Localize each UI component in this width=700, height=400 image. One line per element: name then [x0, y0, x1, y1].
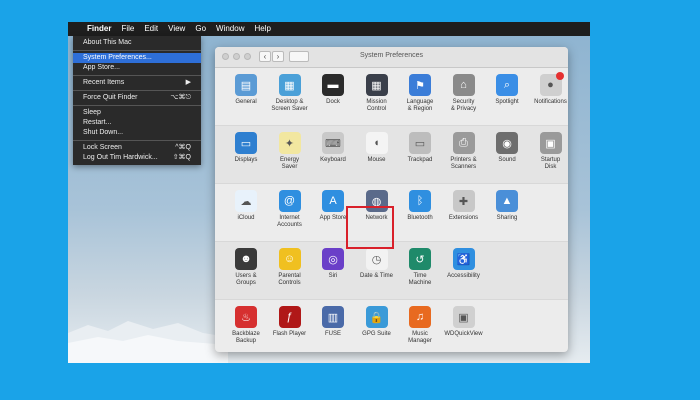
- pref-startup-disk[interactable]: ▣ Startup Disk: [524, 132, 569, 171]
- language-region-icon: ⚑: [409, 74, 431, 96]
- gpg-suite-icon: 🔒: [365, 306, 388, 328]
- time-machine-icon: ↺: [409, 248, 431, 270]
- menu-separator: [73, 140, 201, 141]
- flash-player-icon: ƒ: [278, 306, 301, 328]
- menu-item-shortcut: ⌥⌘⎋: [170, 94, 191, 101]
- apple-menu-item[interactable]: Log Out Tim Hardwick... ⇧⌘Q: [73, 153, 201, 163]
- desktop-screen-saver-icon: ▦: [278, 74, 301, 96]
- preference-row: ♨ Backblaze Backup ƒ Flash Player ▥ FUSE 🔒 GPG …: [215, 300, 568, 352]
- apple-menu-item[interactable]: Sleep: [73, 108, 201, 118]
- printers-scanners-icon: ⎙: [452, 132, 475, 154]
- menu-item-label: System Preferences...: [83, 54, 152, 61]
- menu-item-label: Lock Screen: [83, 144, 122, 151]
- fuse-icon: ▥: [322, 306, 344, 328]
- window-title: System Preferences: [359, 52, 424, 59]
- pref-sharing[interactable]: ▲ Sharing: [480, 190, 534, 222]
- menu-help[interactable]: Help: [249, 22, 275, 36]
- menu-separator: [73, 90, 201, 91]
- mouse-icon: ◖: [365, 132, 388, 154]
- displays-icon: ▭: [235, 132, 257, 154]
- pref-wdquickview[interactable]: ▣ WDQuickView: [437, 306, 491, 338]
- sharing-icon: ▲: [496, 190, 518, 212]
- keyboard-icon: ⌨: [322, 132, 344, 154]
- music-manager-icon: ♫: [409, 306, 431, 328]
- menu-edit[interactable]: Edit: [139, 22, 163, 36]
- menu-item-label: Recent Items: [83, 79, 125, 86]
- menu-item-label: Shut Down...: [83, 129, 124, 136]
- notifications-icon: ●: [539, 72, 564, 96]
- bluetooth-icon: ᛒ: [409, 190, 431, 212]
- extensions-icon: ✚: [452, 190, 475, 212]
- apple-menu-item[interactable]: Shut Down...: [73, 128, 201, 138]
- siri-icon: ◎: [322, 248, 344, 270]
- general-icon: ▤: [235, 74, 257, 96]
- menu-separator: [73, 105, 201, 106]
- preference-row: ▭ Displays ✦ Energy Saver ⌨ Keyboard ◖ Mouse ▭ Tr…: [215, 126, 568, 184]
- mountain-wallpaper: [68, 321, 228, 363]
- system-preferences-window: ‹ › System Preferences ▤ General ▦ Desktop …: [215, 47, 568, 352]
- apple-menu-item[interactable]: Restart...: [73, 118, 201, 128]
- pref-label: Notifications: [534, 99, 567, 105]
- menu-separator: [73, 75, 201, 76]
- window-titlebar: ‹ › System Preferences: [215, 47, 568, 68]
- menu-item-label: Force Quit Finder: [83, 94, 138, 101]
- startup-disk-icon: ▣: [539, 132, 562, 154]
- menu-separator: [73, 50, 201, 51]
- menu-view[interactable]: View: [163, 22, 190, 36]
- preference-row: ☻ Users & Groups ☺ Parental Controls ◎ Siri ◷ D…: [215, 242, 568, 300]
- notification-badge: [555, 72, 564, 80]
- apple-menu-item[interactable]: Lock Screen ^⌘Q: [73, 143, 201, 153]
- accessibility-icon: ♿: [452, 248, 475, 270]
- menu-item-shortcut: ^⌘Q: [175, 144, 191, 151]
- date-time-icon: ◷: [365, 248, 388, 270]
- spotlight-icon: ⌕: [496, 74, 518, 96]
- network-highlight-box: [346, 206, 394, 249]
- pref-label: Accessibility: [447, 273, 480, 279]
- apple-dropdown-menu: About This Mac System Preferences... App S…: [73, 36, 201, 165]
- menu-item-label: App Store...: [83, 64, 120, 71]
- pref-label: WDQuickView: [444, 331, 483, 337]
- preference-row: ▤ General ▦ Desktop & Screen Saver ▬ Dock ▦ Mis…: [215, 68, 568, 126]
- menu-finder[interactable]: Finder: [82, 22, 116, 36]
- internet-accounts-icon: @: [278, 190, 301, 212]
- menu-item-shortcut: ▶: [185, 79, 191, 86]
- icloud-icon: ☁: [235, 190, 257, 212]
- menu-go[interactable]: Go: [190, 22, 211, 36]
- menu-item-label: Restart...: [83, 119, 112, 126]
- menu-item-label: Log Out Tim Hardwick...: [83, 154, 158, 161]
- menu-item-label: Sleep: [83, 109, 101, 116]
- apple-menu-item[interactable]: Recent Items ▶: [73, 78, 201, 88]
- apple-menu-item[interactable]: App Store...: [73, 63, 201, 73]
- apple-menu-item[interactable]: About This Mac: [73, 38, 201, 48]
- app-store-icon: A: [322, 190, 344, 212]
- desktop: Finder File Edit View Go Window Help Abo…: [68, 22, 590, 363]
- trackpad-icon: ▭: [409, 132, 431, 154]
- menu-item-label: About This Mac: [83, 39, 132, 46]
- pref-label: Startup Disk: [540, 157, 561, 170]
- wdquickview-icon: ▣: [452, 306, 475, 328]
- pref-accessibility[interactable]: ♿ Accessibility: [437, 248, 491, 280]
- pref-notifications[interactable]: ● Notifications: [524, 72, 569, 106]
- menu-item-shortcut: ⇧⌘Q: [172, 154, 191, 161]
- menu-bar: Finder File Edit View Go Window Help: [68, 22, 590, 36]
- sound-icon: ◉: [496, 132, 518, 154]
- parental-controls-icon: ☺: [278, 248, 301, 270]
- apple-menu-item[interactable]: System Preferences...: [73, 53, 201, 63]
- energy-saver-icon: ✦: [278, 132, 301, 154]
- mission-control-icon: ▦: [365, 74, 388, 96]
- backblaze-icon: ♨: [235, 306, 257, 328]
- menu-window[interactable]: Window: [211, 22, 249, 36]
- security-privacy-icon: ⌂: [452, 74, 475, 96]
- menu-file[interactable]: File: [116, 22, 139, 36]
- dock-icon: ▬: [322, 74, 344, 96]
- users-groups-icon: ☻: [235, 248, 257, 270]
- pref-label: Sharing: [496, 215, 518, 221]
- apple-menu-item[interactable]: Force Quit Finder ⌥⌘⎋: [73, 93, 201, 103]
